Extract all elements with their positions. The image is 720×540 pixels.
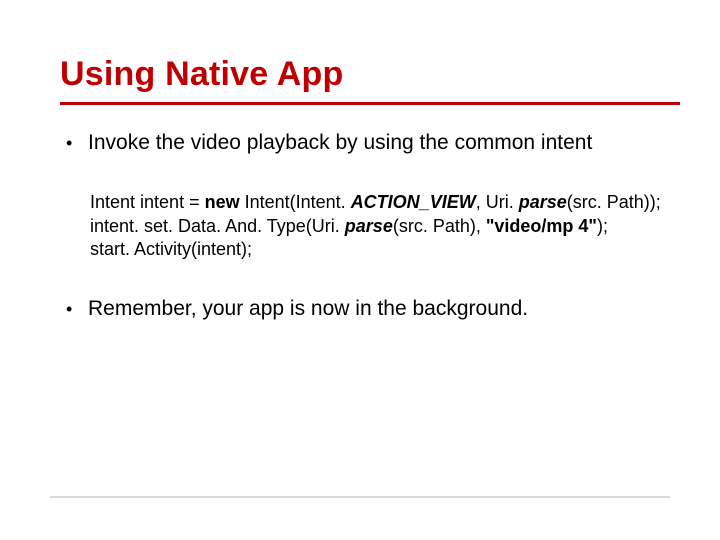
bullet-list: Invoke the video playback by using the c…	[60, 130, 670, 156]
code-text: Intent intent =	[90, 192, 205, 212]
footer-divider	[50, 496, 670, 498]
bullet-item: Invoke the video playback by using the c…	[60, 130, 670, 156]
code-text: );	[597, 216, 608, 236]
code-text: (src. Path),	[393, 216, 486, 236]
title-underline	[60, 102, 680, 105]
slide: Using Native App Invoke the video playba…	[0, 0, 720, 540]
code-text: intent. set. Data. And. Type(Uri.	[90, 216, 345, 236]
code-method: parse	[345, 216, 393, 236]
code-keyword: new	[205, 192, 245, 212]
code-line: start. Activity(intent);	[90, 238, 670, 261]
code-line: intent. set. Data. And. Type(Uri. parse(…	[90, 215, 670, 238]
slide-title: Using Native App	[60, 55, 670, 94]
code-string: "video/mp 4"	[486, 216, 597, 236]
code-block: Intent intent = new Intent(Intent. ACTIO…	[90, 191, 670, 261]
bullet-list: Remember, your app is now in the backgro…	[60, 296, 670, 322]
code-text: (src. Path));	[567, 192, 661, 212]
code-line: Intent intent = new Intent(Intent. ACTIO…	[90, 191, 670, 214]
bullet-item: Remember, your app is now in the backgro…	[60, 296, 670, 322]
code-constant: ACTION_VIEW	[351, 192, 476, 212]
code-method: parse	[519, 192, 567, 212]
code-text: , Uri.	[476, 192, 519, 212]
code-text: Intent(Intent.	[245, 192, 351, 212]
